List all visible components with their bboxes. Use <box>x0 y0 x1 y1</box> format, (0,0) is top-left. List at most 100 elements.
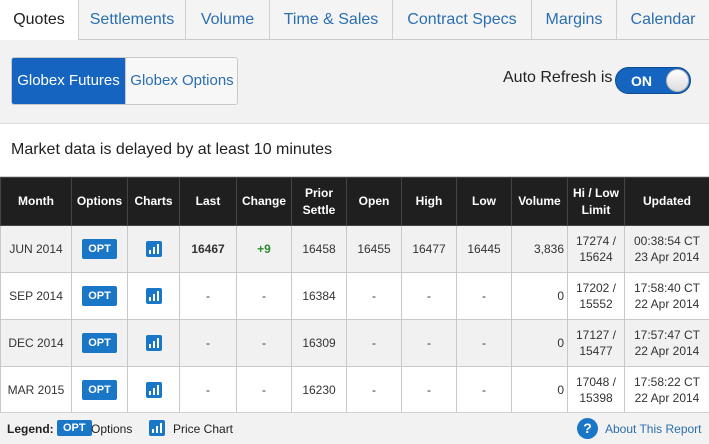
cell-volume: 3,836 <box>511 225 568 273</box>
price-chart-icon[interactable] <box>145 288 162 305</box>
col-change: Change <box>236 177 292 226</box>
delay-notice-text: Market data is delayed by at least 10 mi… <box>11 141 333 158</box>
cell-prior-settle: 16384 <box>291 272 347 320</box>
cell-volume: 0 <box>511 272 568 320</box>
opt-button[interactable]: OPT <box>82 239 117 259</box>
about-report-link[interactable]: About This Report <box>605 422 702 436</box>
cell-high: - <box>401 319 457 367</box>
table-row: JUN 2014 OPT 16467 +9 16458 16455 16477 … <box>0 225 709 273</box>
opt-button[interactable]: OPT <box>82 286 117 306</box>
cell-month: MAR 2015 <box>0 366 72 414</box>
tab-time-sales[interactable]: Time & Sales <box>270 0 393 40</box>
updated-time: 17:58:22 CT <box>633 375 701 389</box>
cell-charts <box>127 272 180 320</box>
tab-bar: Quotes Settlements Volume Time & Sales C… <box>0 0 709 41</box>
legend-price-chart-text: Price Chart <box>173 422 234 436</box>
col-volume: Volume <box>511 177 568 226</box>
cell-change: - <box>236 366 292 414</box>
cell-change: - <box>236 272 292 320</box>
updated-date: 23 Apr 2014 <box>634 250 700 264</box>
cell-high: - <box>401 366 457 414</box>
hi-limit: 17202 / <box>575 281 617 295</box>
globex-futures-button[interactable]: Globex Futures <box>12 58 125 104</box>
cell-open: - <box>346 366 402 414</box>
cell-charts <box>127 366 180 414</box>
cell-hi-low-limit: 17048 / 15398 <box>567 366 625 414</box>
cell-hi-low-limit: 17202 / 15552 <box>567 272 625 320</box>
updated-date: 22 Apr 2014 <box>634 344 700 358</box>
cell-hi-low-limit: 17127 / 15477 <box>567 319 625 367</box>
table-row: DEC 2014 OPT - - 16309 - - - 0 17127 / 15… <box>0 319 709 367</box>
cell-open: - <box>346 319 402 367</box>
col-open: Open <box>346 177 402 226</box>
opt-button[interactable]: OPT <box>82 380 117 400</box>
help-icon[interactable]: ? <box>577 418 598 439</box>
cell-change: - <box>236 319 292 367</box>
cell-month: JUN 2014 <box>0 225 72 273</box>
cell-last: - <box>179 272 237 320</box>
legend-price-chart-icon <box>149 420 165 436</box>
tab-calendar[interactable]: Calendar <box>617 0 709 40</box>
cell-options: OPT <box>71 225 128 273</box>
price-chart-icon[interactable] <box>145 382 162 399</box>
hi-limit: 17274 / <box>575 234 617 248</box>
low-limit: 15624 <box>579 250 613 264</box>
legend-label: Legend: <box>7 422 54 436</box>
cell-low: - <box>456 272 512 320</box>
hi-limit: 17048 / <box>575 375 617 389</box>
updated-time: 00:38:54 CT <box>633 234 701 248</box>
cell-high: - <box>401 272 457 320</box>
cell-updated: 17:58:22 CT 22 Apr 2014 <box>624 366 709 414</box>
toolbar: Globex Futures Globex Options Auto Refre… <box>0 40 709 124</box>
auto-refresh-toggle[interactable]: ON <box>615 67 691 94</box>
cell-last: - <box>179 319 237 367</box>
cell-charts <box>127 225 180 273</box>
cell-prior-settle: 16309 <box>291 319 347 367</box>
col-month: Month <box>0 177 72 226</box>
cell-volume: 0 <box>511 366 568 414</box>
cell-options: OPT <box>71 319 128 367</box>
cell-updated: 17:57:47 CT 22 Apr 2014 <box>624 319 709 367</box>
updated-time: 17:57:47 CT <box>633 328 701 342</box>
legend-bar: Legend: OPT Options Price Chart ? About … <box>0 412 709 444</box>
cell-charts <box>127 319 180 367</box>
cell-low: - <box>456 366 512 414</box>
col-last: Last <box>179 177 237 226</box>
col-charts: Charts <box>127 177 180 226</box>
cell-options: OPT <box>71 366 128 414</box>
cell-prior-settle: 16458 <box>291 225 347 273</box>
cell-updated: 17:58:40 CT 22 Apr 2014 <box>624 272 709 320</box>
tab-volume[interactable]: Volume <box>186 0 270 40</box>
col-options: Options <box>71 177 128 226</box>
low-limit: 15477 <box>579 344 613 358</box>
price-chart-icon[interactable] <box>145 241 162 258</box>
toggle-state-label: ON <box>631 73 652 89</box>
cell-high: 16477 <box>401 225 457 273</box>
cell-last: - <box>179 366 237 414</box>
globex-options-button[interactable]: Globex Options <box>125 58 237 104</box>
price-chart-icon[interactable] <box>145 335 162 352</box>
cell-month: DEC 2014 <box>0 319 72 367</box>
cell-open: - <box>346 272 402 320</box>
cell-prior-settle: 16230 <box>291 366 347 414</box>
opt-button[interactable]: OPT <box>82 333 117 353</box>
col-updated: Updated <box>624 177 709 226</box>
cell-hi-low-limit: 17274 / 15624 <box>567 225 625 273</box>
auto-refresh-label: Auto Refresh is <box>503 69 613 86</box>
hi-limit: 17127 / <box>575 328 617 342</box>
cell-updated: 00:38:54 CT 23 Apr 2014 <box>624 225 709 273</box>
tab-contract-specs[interactable]: Contract Specs <box>393 0 532 40</box>
cell-month: SEP 2014 <box>0 272 72 320</box>
legend-options-text: Options <box>91 422 133 436</box>
market-type-switch: Globex Futures Globex Options <box>11 57 238 105</box>
tab-margins[interactable]: Margins <box>532 0 617 40</box>
low-limit: 15552 <box>579 297 613 311</box>
col-hi-low-limit: Hi / Low Limit <box>567 177 625 226</box>
table-row: SEP 2014 OPT - - 16384 - - - 0 17202 / 15… <box>0 272 709 320</box>
tab-quotes[interactable]: Quotes <box>0 0 79 41</box>
cell-low: - <box>456 319 512 367</box>
updated-date: 22 Apr 2014 <box>634 297 700 311</box>
cell-options: OPT <box>71 272 128 320</box>
table-header-row: Month Options Charts Last Change Prior S… <box>0 177 709 226</box>
tab-settlements[interactable]: Settlements <box>79 0 186 40</box>
